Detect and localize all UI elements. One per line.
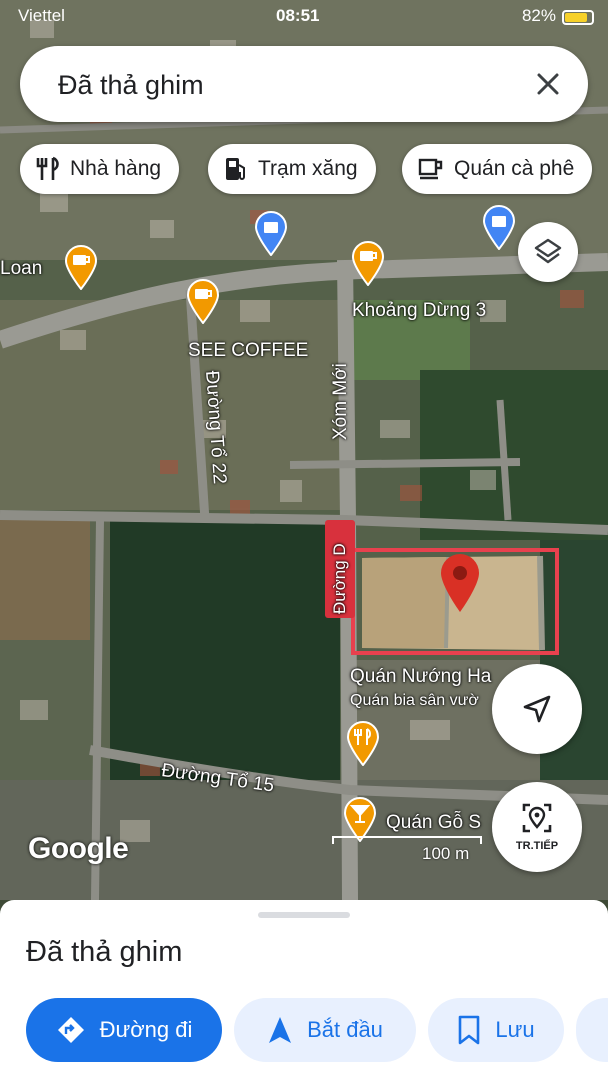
sheet-actions: Đường đi Bắt đầu Lưu	[26, 998, 608, 1062]
more-action-button[interactable]	[576, 998, 608, 1062]
directions-icon	[57, 1017, 84, 1043]
restaurant-poi-icon[interactable]	[346, 720, 380, 766]
battery-icon	[562, 10, 594, 25]
map-label-see-coffee: SEE COFFEE	[188, 340, 309, 361]
navigation-arrow-icon	[269, 1017, 292, 1043]
status-bar: Viettel 08:51 82%	[0, 4, 608, 28]
map-label-xom-moi: Xóm Mới	[330, 363, 351, 440]
map-label-quan-nuong: Quán Nướng Ha	[350, 666, 492, 687]
location-frame-icon	[522, 803, 552, 833]
chip-gas-stations-label: Trạm xăng	[258, 157, 358, 180]
scale-bar: 100 m	[332, 836, 492, 866]
search-bar[interactable]: Đã thả ghim	[20, 46, 588, 122]
my-location-icon	[523, 695, 551, 723]
category-chips: Nhà hàng Trạm xăng Quán cà phê	[20, 144, 608, 194]
sheet-drag-handle[interactable]	[258, 912, 350, 918]
shopping-poi-icon[interactable]	[482, 204, 516, 250]
search-title: Đã thả ghim	[58, 70, 204, 100]
bookmark-icon	[459, 1015, 480, 1045]
map-view[interactable]: Loan Khoảng Dừng 3 SEE COFFEE Xóm Mới Đư…	[0, 0, 608, 900]
satellite-map	[0, 0, 608, 900]
map-label-quan-bia: Quán bia sân vườ	[350, 692, 479, 709]
bottom-sheet[interactable]: Đã thả ghim Đường đi Bắt đầu Lưu	[0, 900, 608, 1080]
save-button[interactable]: Lưu	[428, 998, 564, 1062]
chip-restaurants[interactable]: Nhà hàng	[20, 144, 180, 194]
directions-button[interactable]: Đường đi	[26, 998, 222, 1062]
my-location-button[interactable]	[492, 664, 582, 754]
start-button[interactable]: Bắt đầu	[234, 998, 416, 1062]
chip-coffee[interactable]: Quán cà phê	[402, 144, 593, 194]
map-label-duong-d: Đường D	[330, 543, 349, 614]
map-label-quan-go: Quán Gỗ S	[386, 812, 482, 833]
layers-icon	[534, 238, 562, 264]
sheet-title: Đã thả ghim	[26, 936, 183, 968]
restaurant-icon	[36, 156, 59, 180]
map-label-khoang-dung: Khoảng Dừng 3	[352, 300, 487, 321]
clock: 08:51	[276, 6, 320, 25]
coffee-poi-icon[interactable]	[64, 244, 98, 290]
carrier-name: Viettel	[18, 6, 65, 25]
next-button-label: TR.TIẾP	[515, 840, 559, 852]
chip-coffee-label: Quán cà phê	[454, 157, 575, 180]
google-logo: Google	[28, 832, 129, 865]
close-icon[interactable]	[530, 66, 566, 102]
chip-restaurants-label: Nhà hàng	[70, 157, 162, 180]
shopping-poi-icon[interactable]	[254, 210, 288, 256]
dropped-pin-icon[interactable]	[438, 552, 482, 614]
directions-button-label: Đường đi	[99, 1017, 193, 1042]
chip-gas-stations[interactable]: Trạm xăng	[208, 144, 376, 194]
coffee-poi-icon[interactable]	[186, 278, 220, 324]
scale-label: 100 m	[422, 844, 470, 863]
start-button-label: Bắt đầu	[307, 1017, 383, 1042]
save-button-label: Lưu	[495, 1017, 535, 1042]
layers-button[interactable]	[518, 222, 578, 282]
gas-station-icon	[226, 158, 245, 180]
coffee-icon	[418, 158, 443, 180]
battery-percent: 82%	[521, 6, 556, 25]
coffee-poi-icon[interactable]	[351, 240, 385, 286]
map-label-loan: Loan	[0, 258, 43, 279]
next-button[interactable]: TR.TIẾP	[492, 782, 582, 872]
